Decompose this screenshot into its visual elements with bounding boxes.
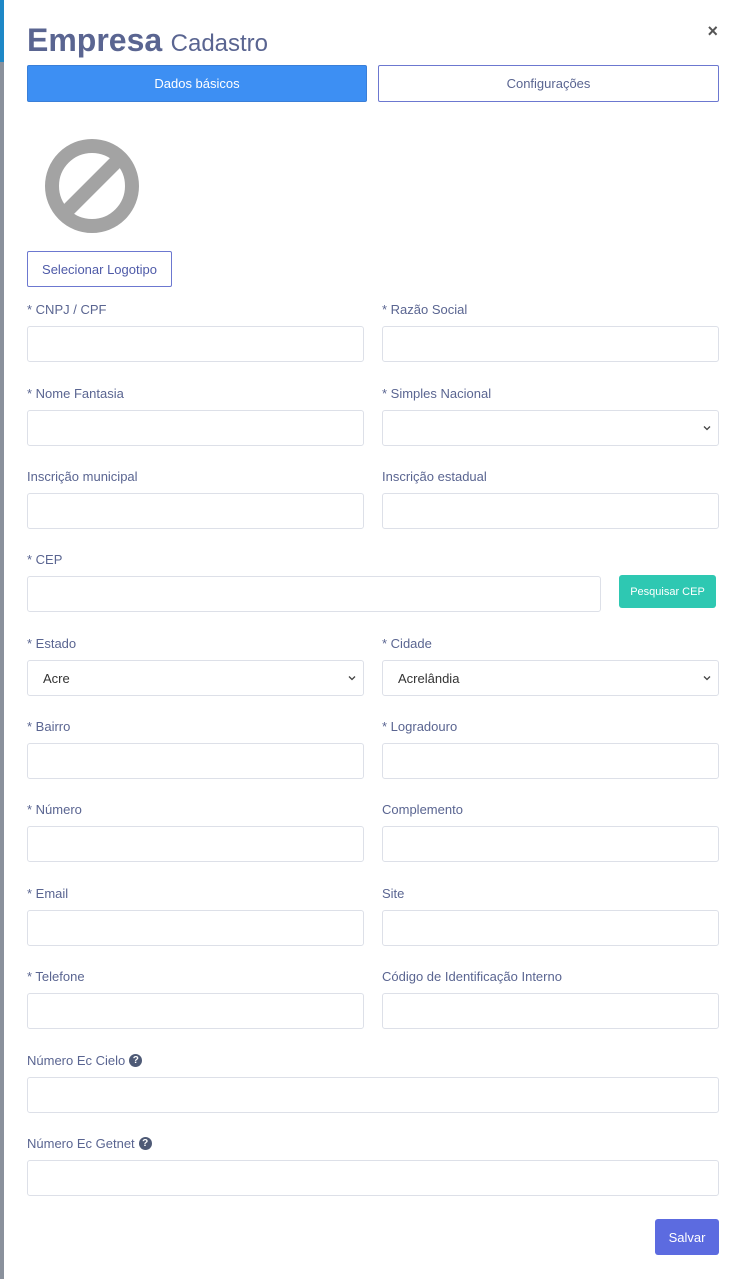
tab-dados-basicos[interactable]: Dados básicos	[27, 65, 367, 102]
chevron-down-icon	[703, 426, 711, 431]
modal-title-main: Empresa	[27, 22, 163, 58]
question-circle-icon[interactable]: ?	[138, 1137, 152, 1150]
estado-label: * Estado	[27, 636, 77, 651]
ec-cielo-label-text: Número Ec Cielo	[27, 1053, 126, 1068]
inscricao-estadual-label: Inscrição estadual	[382, 469, 487, 484]
cep-label: * CEP	[27, 552, 63, 567]
select-logo-button[interactable]: Selecionar Logotipo	[27, 251, 172, 287]
tab-configuracoes[interactable]: Configurações	[378, 65, 719, 102]
telefone-input[interactable]	[27, 993, 364, 1029]
telefone-label: * Telefone	[27, 969, 85, 984]
question-circle-icon[interactable]: ?	[129, 1054, 143, 1067]
cidade-value: Acrelândia	[398, 670, 460, 686]
codigo-interno-input[interactable]	[382, 993, 719, 1029]
save-button[interactable]: Salvar	[655, 1219, 719, 1255]
company-modal: × Empresa Cadastro Dados básicos Configu…	[4, 0, 742, 1279]
close-icon[interactable]: ×	[707, 22, 718, 40]
codigo-interno-label: Código de Identificação Interno	[382, 969, 562, 984]
site-input[interactable]	[382, 910, 719, 946]
razao-social-label: * Razão Social	[382, 302, 468, 317]
email-field[interactable]	[27, 910, 364, 946]
cidade-label: * Cidade	[382, 636, 432, 651]
no-image-icon	[45, 139, 139, 233]
chevron-down-icon	[703, 676, 711, 681]
simples-nacional-select[interactable]	[382, 410, 719, 446]
cnpj-label: * CNPJ / CPF	[27, 302, 107, 317]
ec-getnet-input[interactable]	[27, 1160, 719, 1196]
cidade-select[interactable]: Acrelândia	[382, 660, 719, 696]
ec-getnet-label: Número Ec Getnet ?	[27, 1136, 152, 1151]
email-label: * Email	[27, 886, 69, 901]
inscricao-municipal-label: Inscrição municipal	[27, 469, 138, 484]
nome-fantasia-input[interactable]	[27, 410, 364, 446]
site-label: Site	[382, 886, 405, 901]
chevron-down-icon	[348, 676, 356, 681]
logradouro-input[interactable]	[382, 743, 719, 779]
ec-getnet-label-text: Número Ec Getnet	[27, 1136, 135, 1151]
estado-value: Acre	[43, 670, 70, 686]
cnpj-input[interactable]	[27, 326, 364, 362]
bairro-input[interactable]	[27, 743, 364, 779]
numero-input[interactable]	[27, 826, 364, 862]
ec-cielo-label: Número Ec Cielo ?	[27, 1053, 143, 1068]
inscricao-estadual-input[interactable]	[382, 493, 719, 529]
simples-nacional-label: * Simples Nacional	[382, 386, 492, 401]
modal-title: Empresa Cadastro	[27, 22, 268, 59]
complemento-label: Complemento	[382, 802, 463, 817]
bairro-label: * Bairro	[27, 719, 71, 734]
modal-title-sub: Cadastro	[170, 30, 269, 57]
estado-select[interactable]: Acre	[27, 660, 364, 696]
numero-label: * Número	[27, 802, 82, 817]
ec-cielo-input[interactable]	[27, 1077, 719, 1113]
inscricao-municipal-input[interactable]	[27, 493, 364, 529]
complemento-input[interactable]	[382, 826, 719, 862]
logradouro-label: * Logradouro	[382, 719, 458, 734]
nome-fantasia-label: * Nome Fantasia	[27, 386, 124, 401]
cep-input[interactable]	[27, 576, 601, 612]
search-cep-button[interactable]: Pesquisar CEP	[619, 575, 716, 608]
razao-social-input[interactable]	[382, 326, 719, 362]
